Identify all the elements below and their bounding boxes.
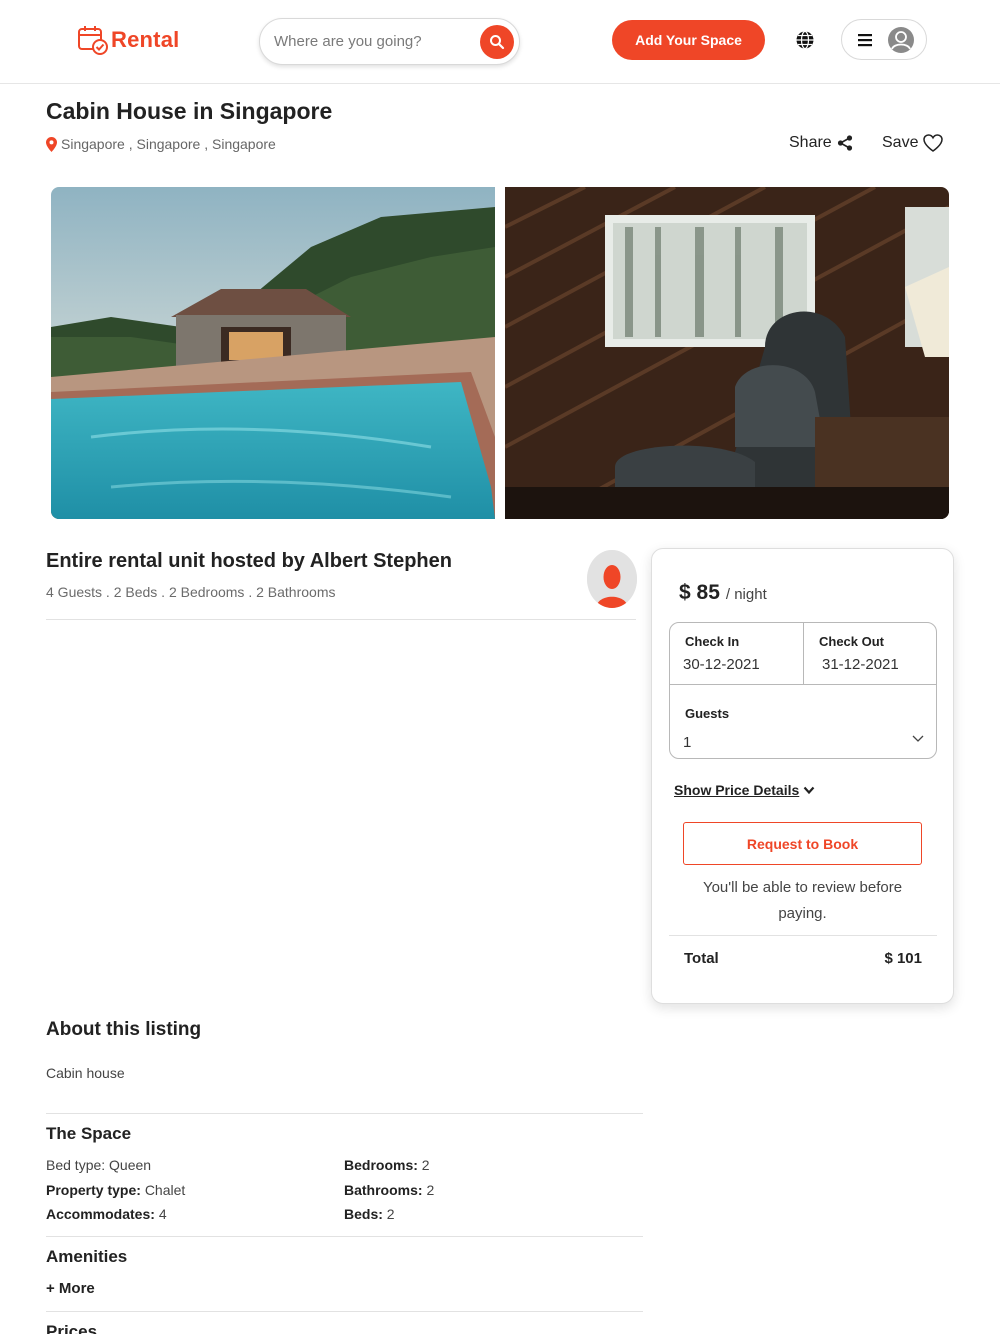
bedrooms-value: 2 [421,1157,430,1173]
share-button[interactable]: Share [789,134,853,152]
check-out-label: Check Out [819,634,885,649]
booking-form: Check In 30-12-2021 Check Out 31-12-2021… [669,622,937,759]
listing-photo-pool[interactable] [51,187,495,519]
request-to-book-button[interactable]: Request to Book [683,822,922,865]
about-heading: About this listing [46,1019,202,1040]
about-text: Cabin house [46,1065,125,1081]
share-label: Share [789,134,832,151]
host-heading: Entire rental unit hosted by Albert Step… [46,550,452,572]
user-avatar-icon [888,26,914,53]
beds-value: 2 [386,1206,395,1222]
price-details-label: Show Price Details [674,782,800,798]
bedrooms-label: Bedrooms: [344,1157,418,1173]
total-label: Total [684,950,719,967]
space-divider [46,1236,643,1237]
guests-select[interactable]: Guests 1 [670,684,936,759]
show-price-details-link[interactable]: Show Price Details [674,782,815,798]
search-button[interactable] [480,25,514,59]
save-button[interactable]: Save [882,134,944,152]
accommodates: Accommodates: 4 [46,1206,167,1222]
total-value: $ 101 [884,950,922,967]
listing-title: Cabin House in Singapore [46,98,333,124]
prices-heading: Prices [46,1322,98,1334]
user-menu-button[interactable] [841,19,927,60]
bed-type: Bed type: Queen [46,1157,152,1173]
share-icon [837,135,852,151]
host-avatar[interactable] [587,550,637,608]
guests-label: Guests [685,706,730,721]
property-type-label: Property type: [46,1182,141,1198]
hamburger-menu-icon [858,33,872,46]
location-text: Singapore , Singapore , Singapore [61,136,276,152]
price-amount: $ 85 [679,581,720,604]
accommodates-value: 4 [158,1206,167,1222]
review-note: You'll be able to review before paying. [702,879,903,922]
check-in-value: 30-12-2021 [683,656,760,673]
booking-card: $ 85 / night Check In 30-12-2021 Check O… [651,548,954,1004]
logo-text: Rental [111,27,180,52]
add-your-space-button[interactable]: Add Your Space [612,20,765,60]
chevron-down-icon [912,735,924,742]
guests-value: 1 [683,734,692,751]
host-divider [46,619,636,620]
person-icon [587,550,637,608]
nightly-price: $ 85 / night [679,581,767,605]
search-bar [259,18,520,65]
amenities-heading: Amenities [46,1247,128,1266]
beds-label: Beds: [344,1206,383,1222]
check-in-label: Check In [685,634,740,649]
check-out-field[interactable]: Check Out 31-12-2021 [804,623,937,684]
property-type: Property type: Chalet [46,1182,185,1198]
chevron-down-icon [803,786,815,794]
heart-icon [923,134,944,152]
listing-stats: 4 Guests . 2 Beds . 2 Bedrooms . 2 Bathr… [46,584,336,600]
calendar-check-icon [78,26,108,55]
bathrooms-value: 2 [426,1182,435,1198]
about-divider [46,1113,643,1114]
price-unit: / night [725,586,767,603]
search-input[interactable] [274,27,474,55]
map-pin-icon [46,136,57,152]
bedrooms: Bedrooms: 2 [344,1157,430,1173]
bathrooms: Bathrooms: 2 [344,1182,434,1198]
accommodates-label: Accommodates: [46,1206,155,1222]
listing-location: Singapore , Singapore , Singapore [46,136,276,152]
check-out-value: 31-12-2021 [822,656,899,673]
listing-photo-interior[interactable] [505,187,949,519]
save-label: Save [882,134,919,151]
more-amenities-button[interactable]: + More [46,1280,95,1297]
search-icon [490,35,505,50]
amenities-divider [46,1311,643,1312]
property-type-value: Chalet [144,1182,186,1198]
check-in-field[interactable]: Check In 30-12-2021 [670,623,804,684]
beds: Beds: 2 [344,1206,395,1222]
space-heading: The Space [46,1124,132,1143]
bathrooms-label: Bathrooms: [344,1182,423,1198]
globe-icon[interactable] [795,30,815,50]
card-divider [669,935,937,936]
top-header: Rental Add Your Space [0,0,1000,84]
logo[interactable]: Rental [77,24,179,56]
